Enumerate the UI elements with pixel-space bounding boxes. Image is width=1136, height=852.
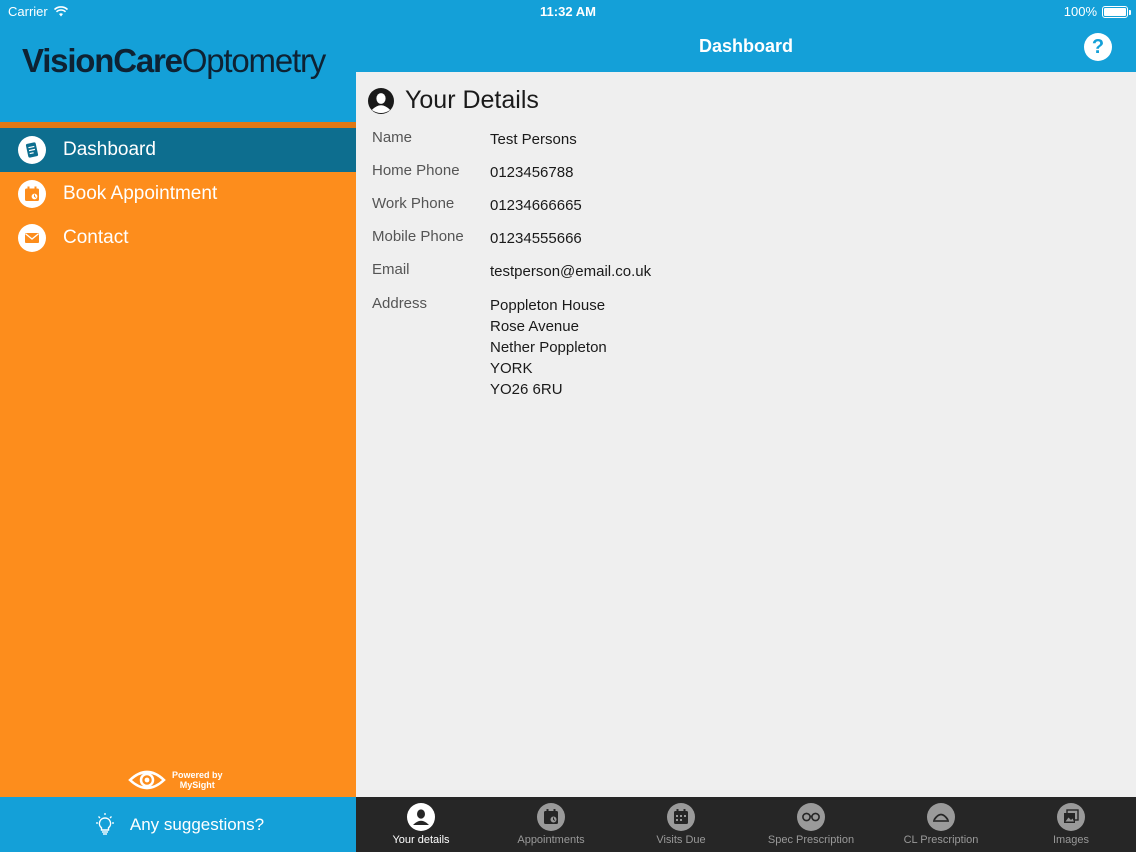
detail-value: Test Persons <box>490 131 577 148</box>
sidebar-item-label: Contact <box>63 227 129 248</box>
status-bar: Carrier 11:32 AM 100% <box>0 0 1136 24</box>
tab-images[interactable]: Images <box>1006 797 1136 852</box>
detail-label: Home Phone <box>372 162 460 179</box>
tab-label: Visits Due <box>656 834 706 846</box>
help-icon: ? <box>1091 35 1105 58</box>
detail-row-name: Name Test Persons <box>372 129 577 150</box>
tab-label: Your details <box>392 834 450 846</box>
sidebar-item-label: Book Appointment <box>63 183 218 204</box>
address-block: Poppleton House Rose Avenue Nether Poppl… <box>490 295 607 400</box>
dashboard-icon <box>18 136 46 164</box>
images-icon <box>1057 803 1085 831</box>
brand-logo: VisionCareOptometry <box>22 42 326 79</box>
tab-label: Appointments <box>517 834 585 846</box>
detail-label: Mobile Phone <box>372 228 464 245</box>
address-line: Nether Poppleton <box>490 339 607 356</box>
person-icon <box>368 87 394 114</box>
help-button[interactable]: ? <box>1084 33 1112 61</box>
glasses-icon <box>797 803 825 831</box>
address-line: YO26 6RU <box>490 381 563 398</box>
tab-visits-due[interactable]: Visits Due <box>616 797 746 852</box>
suggestions-label: Any suggestions? <box>129 814 265 834</box>
section-title: Your Details <box>405 86 539 114</box>
logo-area: VisionCareOptometry <box>0 24 356 122</box>
calendar-icon <box>18 180 46 208</box>
tab-appointments[interactable]: Appointments <box>486 797 616 852</box>
address-line: Rose Avenue <box>490 318 579 335</box>
section-header: Your Details <box>367 86 539 115</box>
tab-label: Spec Prescription <box>767 834 855 846</box>
detail-value: 01234555666 <box>490 230 582 247</box>
powered-by-mysight: Powered by MySight <box>128 768 223 792</box>
address-line: Poppleton House <box>490 297 606 314</box>
tab-cl-prescription[interactable]: CL Prescription <box>876 797 1006 852</box>
detail-label: Address <box>372 295 428 312</box>
battery-percent: 100% <box>1063 4 1097 19</box>
main-header: Dashboard ? <box>356 24 1136 72</box>
page-title: Dashboard <box>698 36 794 56</box>
clock: 11:32 AM <box>540 4 596 19</box>
contact-lens-icon <box>927 803 955 831</box>
calendar-clock-icon <box>537 803 565 831</box>
calendar-icon <box>667 803 695 831</box>
detail-row-mobile-phone: Mobile Phone 01234555666 <box>372 228 582 249</box>
detail-row-address: Address Poppleton House Rose Avenue Neth… <box>372 295 607 400</box>
detail-row-email: Email testperson@email.co.uk <box>372 261 651 282</box>
detail-label: Email <box>372 261 410 278</box>
suggestions-button[interactable]: Any suggestions? <box>0 797 356 852</box>
tab-label: CL Prescription <box>903 834 979 846</box>
tab-your-details[interactable]: Your details <box>356 797 486 852</box>
tab-spec-prescription[interactable]: Spec Prescription <box>746 797 876 852</box>
person-icon <box>407 803 435 831</box>
sidebar-item-dashboard[interactable]: Dashboard <box>0 128 356 172</box>
sidebar-menu: Dashboard Book Appointment Contact <box>0 128 356 260</box>
mysight-label: MySight <box>179 780 215 790</box>
sidebar: VisionCareOptometry Dashboard Book Appoi… <box>0 24 356 852</box>
battery-icon <box>1102 5 1131 18</box>
detail-value: 0123456788 <box>490 164 574 181</box>
detail-value: 01234666665 <box>490 197 582 214</box>
lightbulb-icon <box>95 812 114 835</box>
tab-label: Images <box>1052 834 1090 846</box>
detail-row-work-phone: Work Phone 01234666665 <box>372 195 582 216</box>
address-line: YORK <box>490 360 533 377</box>
eye-icon <box>128 770 166 790</box>
powered-by-label: Powered by <box>172 770 223 780</box>
mail-icon <box>18 224 46 252</box>
detail-row-home-phone: Home Phone 0123456788 <box>372 162 573 183</box>
sidebar-item-contact[interactable]: Contact <box>0 216 356 260</box>
detail-label: Name <box>372 129 413 146</box>
detail-value: testperson@email.co.uk <box>490 263 652 280</box>
detail-label: Work Phone <box>372 195 455 212</box>
details-panel: Your Details Name Test Persons Home Phon… <box>356 72 1136 797</box>
battery-indicator: 100% <box>1063 4 1131 19</box>
sidebar-item-book-appointment[interactable]: Book Appointment <box>0 172 356 216</box>
tab-bar: Your details Appointments Visits Due Spe… <box>356 797 1136 852</box>
sidebar-item-label: Dashboard <box>63 139 156 160</box>
